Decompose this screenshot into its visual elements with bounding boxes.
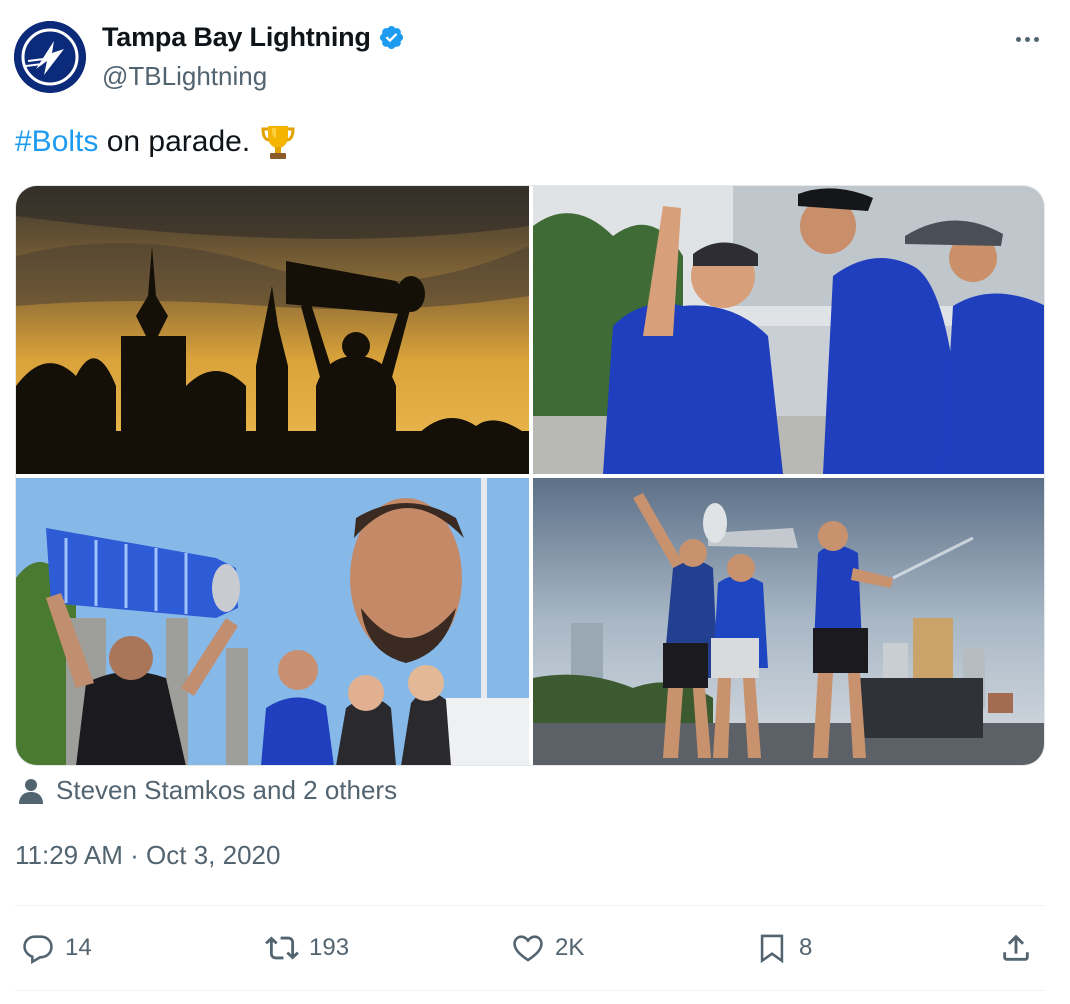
photo-2[interactable] — [533, 186, 1044, 474]
divider — [15, 905, 1045, 906]
author-handle[interactable]: @TBLightning — [102, 61, 267, 92]
author-display-name[interactable]: Tampa Bay Lightning — [102, 22, 371, 53]
more-dot-icon — [1033, 36, 1039, 42]
more-dot-icon — [1024, 36, 1030, 42]
retweet-button[interactable]: 193 — [265, 922, 349, 974]
hashtag-link[interactable]: #Bolts — [15, 125, 98, 159]
author-avatar[interactable] — [14, 21, 86, 93]
divider — [15, 990, 1045, 991]
bookmark-icon — [760, 934, 784, 964]
reply-button[interactable]: 14 — [21, 922, 92, 974]
tweet-timestamp[interactable]: 11:29 AM · Oct 3, 2020 — [15, 840, 280, 871]
action-bar: 14 193 2K 8 — [15, 922, 1045, 974]
retweet-icon — [265, 936, 299, 960]
like-button[interactable]: 2K — [511, 922, 584, 974]
author-name-row: Tampa Bay Lightning — [102, 22, 405, 53]
bookmark-count: 8 — [799, 934, 813, 961]
retweet-count: 193 — [309, 934, 350, 961]
share-button[interactable] — [999, 922, 1033, 974]
share-icon — [1003, 934, 1029, 961]
tweet-body: on parade. — [98, 125, 251, 158]
media-grid — [15, 185, 1045, 766]
photo-1[interactable] — [16, 186, 529, 474]
lightning-bolt-logo-icon — [14, 21, 86, 93]
tweet-text: #Bolts on parade. — [15, 122, 296, 162]
photo-3[interactable] — [16, 478, 529, 765]
like-count: 2K — [555, 934, 585, 961]
heart-icon — [513, 935, 543, 962]
more-options-button[interactable] — [1012, 26, 1042, 52]
reply-count: 14 — [65, 934, 92, 961]
tagged-users[interactable]: Steven Stamkos and 2 others — [18, 775, 397, 806]
bookmark-button[interactable]: 8 — [755, 922, 812, 974]
more-dot-icon — [1015, 36, 1021, 42]
verified-badge-icon[interactable] — [378, 24, 405, 51]
tagged-users-text: Steven Stamkos and 2 others — [56, 775, 398, 805]
person-icon — [19, 778, 43, 804]
reply-icon — [23, 935, 53, 964]
photo-4[interactable] — [533, 478, 1044, 765]
trophy-icon — [260, 122, 296, 162]
